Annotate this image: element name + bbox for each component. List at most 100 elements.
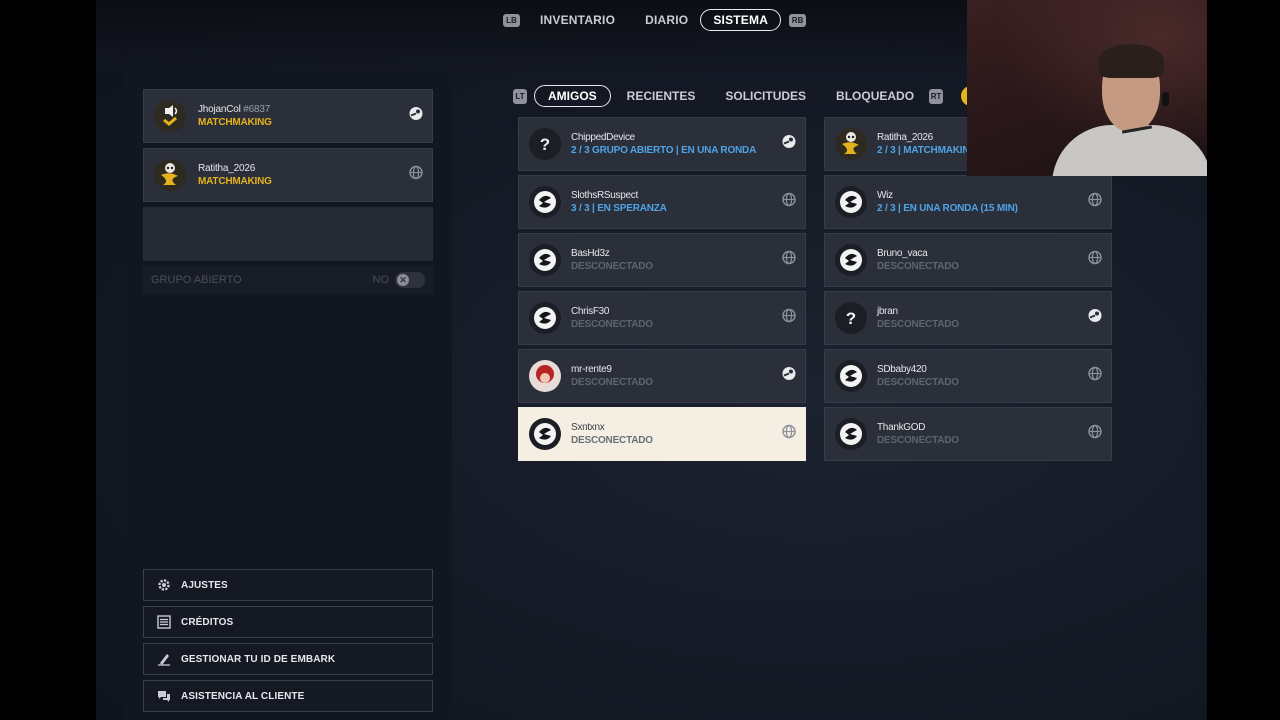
tab-inventario[interactable]: INVENTARIO bbox=[530, 13, 625, 27]
globe-icon bbox=[782, 250, 796, 270]
customer-support-button[interactable]: ASISTENCIA AL CLIENTE bbox=[143, 680, 433, 712]
question-avatar-icon: ? bbox=[840, 307, 862, 329]
avatar bbox=[835, 186, 867, 218]
credits-button[interactable]: CRÉDITOS bbox=[143, 606, 433, 638]
customer-support-label: ASISTENCIA AL CLIENTE bbox=[181, 690, 305, 702]
tab-amigos[interactable]: AMIGOS bbox=[534, 85, 611, 107]
friend-status: 2 / 3 | MATCHMAKING bbox=[877, 145, 977, 156]
credits-label: CRÉDITOS bbox=[181, 616, 234, 628]
embark-avatar-icon bbox=[838, 363, 864, 389]
friend-name: SDbaby420 bbox=[877, 364, 927, 375]
globe-icon bbox=[1088, 366, 1102, 386]
pen-icon bbox=[156, 651, 172, 667]
friend-status: DESCONECTADO bbox=[571, 319, 653, 330]
avatar bbox=[154, 159, 186, 191]
friend-status: DESCONECTADO bbox=[877, 319, 959, 330]
speaker-avatar-icon bbox=[163, 105, 178, 126]
party-member-name: Ratitha_2026 bbox=[198, 163, 256, 174]
friend-name: Bruno_vaca bbox=[877, 248, 928, 259]
friend-name: ChippedDevice bbox=[571, 132, 635, 143]
friend-status: DESCONECTADO bbox=[877, 377, 959, 388]
friend-card[interactable]: Sxntxnx DESCONECTADO bbox=[518, 407, 806, 461]
steam-icon bbox=[1088, 309, 1102, 328]
friend-card[interactable]: ThankGOD DESCONECTADO bbox=[824, 407, 1112, 461]
top-navigation: LB INVENTARIO DIARIO SISTEMA RB bbox=[503, 8, 807, 32]
embark-avatar-icon bbox=[838, 189, 864, 215]
webcam-overlay bbox=[967, 0, 1207, 176]
friend-name: Wiz bbox=[877, 190, 893, 201]
embark-avatar-icon bbox=[532, 305, 558, 331]
friend-card[interactable]: BasHd3z DESCONECTADO bbox=[518, 233, 806, 287]
globe-icon bbox=[1088, 424, 1102, 444]
globe-icon bbox=[409, 165, 423, 185]
settings-button[interactable]: AJUSTES bbox=[143, 569, 433, 601]
friend-name: ThankGOD bbox=[877, 422, 926, 433]
manage-embark-id-label: GESTIONAR TU ID DE EMBARK bbox=[181, 653, 336, 665]
friend-card[interactable]: Wiz 2 / 3 | EN UNA RONDA (15 MIN) bbox=[824, 175, 1112, 229]
rt-button-hint: RT bbox=[929, 88, 944, 104]
open-group-toggle[interactable]: ✕ bbox=[395, 272, 425, 288]
credits-icon bbox=[156, 614, 172, 630]
party-member-name: JhojanCol bbox=[198, 104, 241, 115]
avatar bbox=[529, 186, 561, 218]
avatar bbox=[154, 100, 186, 132]
svg-text:?: ? bbox=[846, 309, 856, 328]
tab-sistema[interactable]: SISTEMA bbox=[700, 9, 782, 31]
photo-avatar-icon bbox=[529, 360, 561, 392]
friend-card[interactable]: ? ChippedDevice 2 / 3 GRUPO ABIERTO | EN U… bbox=[518, 117, 806, 171]
friend-status: DESCONECTADO bbox=[877, 435, 959, 446]
friend-card[interactable]: ? jbran DESCONECTADO bbox=[824, 291, 1112, 345]
friend-status: DESCONECTADO bbox=[571, 377, 653, 388]
friend-status: 2 / 3 GRUPO ABIERTO | EN UNA RONDA bbox=[571, 145, 757, 156]
friend-name: Sxntxnx bbox=[571, 422, 605, 433]
friend-card[interactable]: Bruno_vaca DESCONECTADO bbox=[824, 233, 1112, 287]
friend-card[interactable]: SDbaby420 DESCONECTADO bbox=[824, 349, 1112, 403]
party-member-card[interactable]: JhojanCol #6837 MATCHMAKING bbox=[143, 89, 433, 143]
embark-avatar-icon bbox=[532, 189, 558, 215]
tab-bloqueado[interactable]: BLOQUEADO bbox=[821, 89, 929, 103]
friends-tabs: LT AMIGOS RECIENTES SOLICITUDES BLOQUEAD… bbox=[513, 84, 944, 108]
steam-icon bbox=[782, 367, 796, 386]
globe-icon bbox=[782, 192, 796, 212]
avatar bbox=[529, 302, 561, 334]
friend-status: DESCONECTADO bbox=[571, 435, 653, 446]
manage-embark-id-button[interactable]: GESTIONAR TU ID DE EMBARK bbox=[143, 643, 433, 675]
friend-card[interactable]: SlothsRSuspect 3 / 3 | EN SPERANZA bbox=[518, 175, 806, 229]
friend-name: mr-rente9 bbox=[571, 364, 612, 375]
tab-solicitudes[interactable]: SOLICITUDES bbox=[710, 89, 821, 103]
avatar bbox=[529, 244, 561, 276]
avatar bbox=[529, 360, 561, 392]
friend-name: BasHd3z bbox=[571, 248, 610, 259]
chat-icon bbox=[156, 688, 172, 704]
friend-name: ChrisF30 bbox=[571, 306, 610, 317]
open-group-row: GRUPO ABIERTO NO ✕ bbox=[143, 266, 433, 294]
friend-status: DESCONECTADO bbox=[571, 261, 653, 272]
party-member-card[interactable]: Ratitha_2026 MATCHMAKING bbox=[143, 148, 433, 202]
friend-name: SlothsRSuspect bbox=[571, 190, 638, 201]
gold-avatar-icon bbox=[837, 130, 865, 158]
svg-text:?: ? bbox=[540, 135, 550, 154]
question-avatar-icon: ? bbox=[534, 133, 556, 155]
friend-status: 3 / 3 | EN SPERANZA bbox=[571, 203, 667, 214]
open-group-label: GRUPO ABIERTO bbox=[151, 274, 242, 286]
avatar bbox=[835, 418, 867, 450]
close-icon: ✕ bbox=[397, 274, 409, 286]
friend-card[interactable]: mr-rente9 DESCONECTADO bbox=[518, 349, 806, 403]
avatar: ? bbox=[835, 302, 867, 334]
friend-card[interactable]: ChrisF30 DESCONECTADO bbox=[518, 291, 806, 345]
globe-icon bbox=[782, 424, 796, 444]
globe-icon bbox=[1088, 250, 1102, 270]
empty-party-slot[interactable] bbox=[143, 207, 433, 261]
rb-button-hint: RB bbox=[789, 13, 807, 27]
tab-recientes[interactable]: RECIENTES bbox=[612, 89, 711, 103]
party-member-status: MATCHMAKING bbox=[198, 117, 272, 128]
letterbox-right bbox=[1207, 0, 1280, 720]
globe-icon bbox=[1088, 192, 1102, 212]
tab-diario[interactable]: DIARIO bbox=[625, 13, 696, 27]
lt-button-hint: LT bbox=[513, 88, 527, 104]
friend-name: jbran bbox=[877, 306, 898, 317]
embark-avatar-icon bbox=[532, 421, 558, 447]
open-group-value: NO bbox=[372, 274, 390, 286]
steam-icon bbox=[409, 107, 423, 126]
skull-avatar-icon bbox=[161, 163, 178, 185]
